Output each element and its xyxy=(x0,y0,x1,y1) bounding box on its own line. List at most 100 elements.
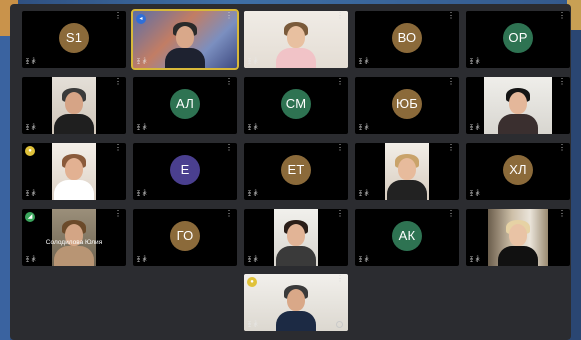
participant-figure xyxy=(387,154,427,200)
participant-tile-3[interactable]: ⋮ ꀨ ꅕ xyxy=(244,11,348,68)
participant-tile-20[interactable]: ⋮ ꀨ ꅕ xyxy=(466,209,570,266)
participant-tile-14[interactable]: ⋮ ꀨ ꅕ xyxy=(355,143,459,200)
participant-video xyxy=(52,143,96,200)
participant-figure xyxy=(54,154,94,200)
tile-status-bar: ꀨ ꅕ xyxy=(358,192,370,198)
status-badge-icon: ◂ xyxy=(136,14,146,24)
status-badge-icon: ◢ xyxy=(25,212,35,222)
participant-tile-10[interactable]: ⋮ ꀨ ꅕ xyxy=(466,77,570,134)
participant-tile-18[interactable]: ⋮ ꀨ ꅕ xyxy=(244,209,348,266)
participant-figure xyxy=(276,285,316,331)
participant-figure xyxy=(165,22,205,68)
tile-status-bar: ꀨ ꅕ xyxy=(247,126,259,132)
tile-status-bar: ꀨ ꅕ xyxy=(469,60,481,66)
more-options-icon[interactable]: ⋮ xyxy=(225,12,233,20)
participant-avatar: АК xyxy=(392,220,422,251)
more-options-icon[interactable]: ⋮ xyxy=(225,144,233,152)
tile-status-bar: ꀨ ꅕ xyxy=(247,258,259,264)
more-options-icon[interactable]: ⋮ xyxy=(447,78,455,86)
participant-avatar: АЛ xyxy=(170,88,200,119)
tile-status-bar: ꀨ ꅕ xyxy=(25,192,37,198)
wallpaper-stripe-left xyxy=(0,0,10,340)
more-options-icon[interactable]: ⋮ xyxy=(336,144,344,152)
participant-avatar: ГО xyxy=(170,220,200,251)
participant-tile-21[interactable]: ● ⋮ ꀨ ꅕ xyxy=(244,274,348,331)
more-options-icon[interactable]: ⋮ xyxy=(447,210,455,218)
participant-tile-1[interactable]: S1 ⋮ ꀨ ꅕ xyxy=(22,11,126,68)
participant-video xyxy=(484,77,552,134)
tile-status-bar: ꀨ ꅕ xyxy=(358,126,370,132)
tile-status-bar: ꀨ ꅕ xyxy=(247,60,259,66)
participant-avatar: ЕТ xyxy=(281,154,311,185)
tile-status-bar: ꀨ ꅕ xyxy=(358,60,370,66)
more-options-icon[interactable]: ⋮ xyxy=(558,12,566,20)
more-options-icon[interactable]: ⋮ xyxy=(114,78,122,86)
participant-name-overlay: Солодилова Юлия xyxy=(45,239,103,246)
participant-avatar: ХЛ xyxy=(503,154,533,185)
participant-video xyxy=(244,11,348,68)
tile-status-bar: ꀨ ꅕ xyxy=(469,258,481,264)
participant-tile-17[interactable]: ГО ⋮ ꀨ ꅕ xyxy=(133,209,237,266)
participant-avatar: ЮБ xyxy=(392,88,422,119)
participant-tile-15[interactable]: ХЛ ⋮ ꀨ ꅕ xyxy=(466,143,570,200)
more-options-icon[interactable]: ⋮ xyxy=(558,144,566,152)
participant-avatar: СМ xyxy=(281,88,311,119)
participant-avatar: ОР xyxy=(503,22,533,53)
pin-icon[interactable] xyxy=(336,321,343,328)
status-badge-icon: ● xyxy=(247,277,257,287)
participant-figure xyxy=(276,22,316,68)
participant-video xyxy=(133,11,237,68)
participant-tile-12[interactable]: Е ⋮ ꀨ ꅕ xyxy=(133,143,237,200)
more-options-icon[interactable]: ⋮ xyxy=(336,275,344,283)
more-options-icon[interactable]: ⋮ xyxy=(558,210,566,218)
tile-status-bar: ꀨ ꅕ xyxy=(136,192,148,198)
participant-video xyxy=(385,143,429,200)
more-options-icon[interactable]: ⋮ xyxy=(336,78,344,86)
participant-tile-6[interactable]: ⋮ ꀨ ꅕ xyxy=(22,77,126,134)
more-options-icon[interactable]: ⋮ xyxy=(447,12,455,20)
more-options-icon[interactable]: ⋮ xyxy=(114,210,122,218)
more-options-icon[interactable]: ⋮ xyxy=(558,78,566,86)
participant-tile-9[interactable]: ЮБ ⋮ ꀨ ꅕ xyxy=(355,77,459,134)
tile-status-bar: ꀨ ꅕ xyxy=(247,323,259,329)
participant-avatar: ВО xyxy=(392,22,422,53)
more-options-icon[interactable]: ⋮ xyxy=(336,210,344,218)
participant-avatar: Е xyxy=(170,154,200,185)
participant-figure xyxy=(276,220,316,266)
participant-tile-19[interactable]: АК ⋮ ꀨ ꅕ xyxy=(355,209,459,266)
participant-tile-11[interactable]: ● ⋮ ꀨ ꅕ xyxy=(22,143,126,200)
more-options-icon[interactable]: ⋮ xyxy=(114,144,122,152)
participant-tile-8[interactable]: СМ ⋮ ꀨ ꅕ xyxy=(244,77,348,134)
participant-tile-5[interactable]: ОР ⋮ ꀨ ꅕ xyxy=(466,11,570,68)
participant-video xyxy=(244,274,348,331)
tile-status-bar: ꀨ ꅕ xyxy=(136,126,148,132)
participant-figure xyxy=(498,88,538,134)
participant-tile-16[interactable]: Солодилова Юлия ◢ ⋮ ꀨ ꅕ xyxy=(22,209,126,266)
participant-tile-13[interactable]: ЕТ ⋮ ꀨ ꅕ xyxy=(244,143,348,200)
participant-video xyxy=(52,77,96,134)
tile-status-bar: ꀨ ꅕ xyxy=(247,192,259,198)
tile-status-bar: ꀨ ꅕ xyxy=(25,60,37,66)
status-badge-icon: ● xyxy=(25,146,35,156)
more-options-icon[interactable]: ⋮ xyxy=(336,12,344,20)
participant-avatar: S1 xyxy=(59,22,89,53)
more-options-icon[interactable]: ⋮ xyxy=(225,210,233,218)
participant-video xyxy=(488,209,548,266)
tile-status-bar: ꀨ ꅕ xyxy=(25,258,37,264)
participant-video xyxy=(52,209,96,266)
participant-tile-2[interactable]: ◂ ⋮ ꀨ ꅕ xyxy=(131,9,239,70)
participant-video xyxy=(274,209,318,266)
participant-figure xyxy=(498,220,538,266)
participant-tile-4[interactable]: ВО ⋮ ꀨ ꅕ xyxy=(355,11,459,68)
more-options-icon[interactable]: ⋮ xyxy=(225,78,233,86)
more-options-icon[interactable]: ⋮ xyxy=(447,144,455,152)
tile-status-bar: ꀨ ꅕ xyxy=(136,60,148,66)
participant-tile-7[interactable]: АЛ ⋮ ꀨ ꅕ xyxy=(133,77,237,134)
more-options-icon[interactable]: ⋮ xyxy=(114,12,122,20)
tile-status-bar: ꀨ ꅕ xyxy=(136,258,148,264)
video-meeting-gallery: S1 ⋮ ꀨ ꅕ ◂ ⋮ ꀨ ꅕ ⋮ ꀨ ꅕ ВО ⋮ ꀨ ꅕ ОР ⋮ ꀨ ꅕ ⋮ ꀨ ꅕ АЛ ⋮ ꀨ ꅕ СМ ⋮… xyxy=(10,4,571,340)
tile-status-bar: ꀨ ꅕ xyxy=(469,126,481,132)
tile-status-bar: ꀨ ꅕ xyxy=(469,192,481,198)
participant-figure xyxy=(54,88,94,134)
tile-status-bar: ꀨ ꅕ xyxy=(358,258,370,264)
